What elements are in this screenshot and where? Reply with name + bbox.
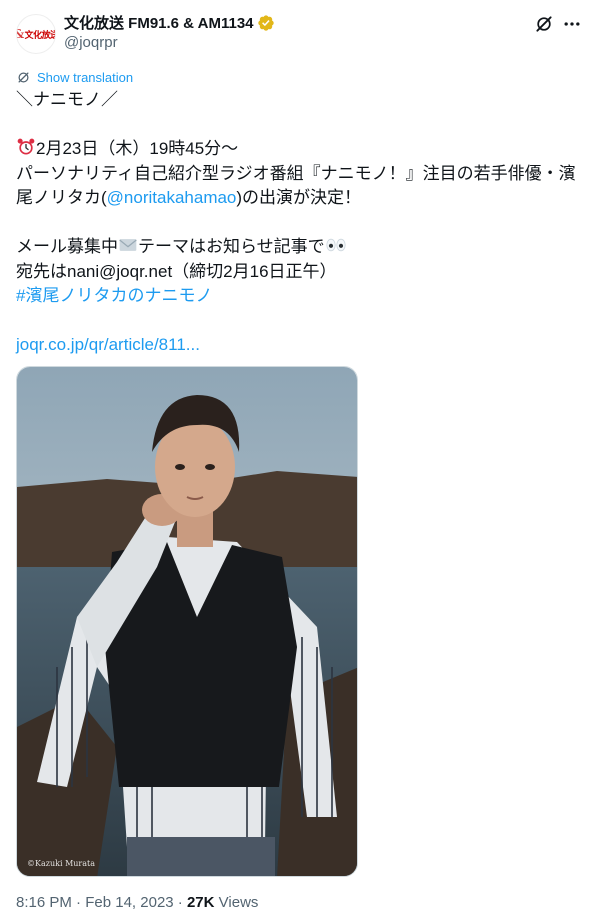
verified-badge-icon	[257, 14, 274, 31]
tweet-line-5: メール募集中 テーマはお知らせ記事で	[16, 235, 586, 260]
translate-icon	[18, 72, 29, 83]
grok-icon[interactable]	[534, 14, 554, 34]
tweet-line-1: ＼ナニモノ／	[16, 90, 118, 109]
more-icon[interactable]	[562, 14, 582, 34]
tweet-text: ＼ナニモノ／ 2月23日（木）19時45分～ パーソナリティ自己紹介型ラジオ番組…	[16, 88, 586, 358]
views-label: Views	[214, 894, 259, 911]
tweet-line-2: 2月23日（木）19時45分～	[16, 137, 586, 162]
hashtag-link[interactable]: #濱尾ノリタカのナニモノ	[16, 284, 586, 309]
alarm-clock-emoji	[17, 138, 35, 155]
show-translation[interactable]: Show translation	[16, 70, 133, 85]
tweet-line-3: パーソナリティ自己紹介型ラジオ番組『ナニモノ！』注目の若手俳優・濱	[16, 163, 576, 183]
views-count: 27K	[186, 894, 215, 911]
envelope-emoji	[119, 239, 137, 251]
tweet-line-4: 尾ノリタカ(@noritakahamao)の出演が決定！	[16, 188, 362, 207]
tweet-time[interactable]: 8:16 PM	[16, 894, 72, 911]
handle[interactable]: @joqrpr	[64, 34, 118, 51]
meta-separator: ·	[71, 894, 86, 911]
photo-illustration	[17, 367, 357, 876]
avatar-logo: &文化放送	[17, 27, 56, 41]
show-translation-label: Show translation	[37, 70, 134, 85]
display-name[interactable]: 文化放送 FM91.6 & AM1134	[64, 12, 254, 33]
mention-link[interactable]: @noritakahamao	[107, 188, 237, 207]
article-link[interactable]: joqr.co.jp/qr/article/811...	[16, 333, 586, 358]
tweet-date[interactable]: Feb 14, 2023	[85, 894, 173, 911]
tweet-header: &文化放送 文化放送 FM91.6 & AM1134 @joqrpr	[16, 10, 582, 54]
tweet-photo[interactable]: ©Kazuki Murata	[16, 366, 358, 877]
eyes-emoji	[326, 238, 346, 252]
avatar[interactable]: &文化放送	[16, 14, 56, 54]
meta-separator: ·	[173, 894, 187, 911]
tweet-line-6: 宛先はnani@joqr.net（締切2月16日正午）	[16, 261, 337, 281]
photo-credit: ©Kazuki Murata	[27, 859, 95, 868]
name-row: 文化放送 FM91.6 & AM1134	[64, 12, 275, 33]
tweet-meta: 8:16 PM · Feb 14, 2023 · 27K Views	[16, 894, 258, 911]
